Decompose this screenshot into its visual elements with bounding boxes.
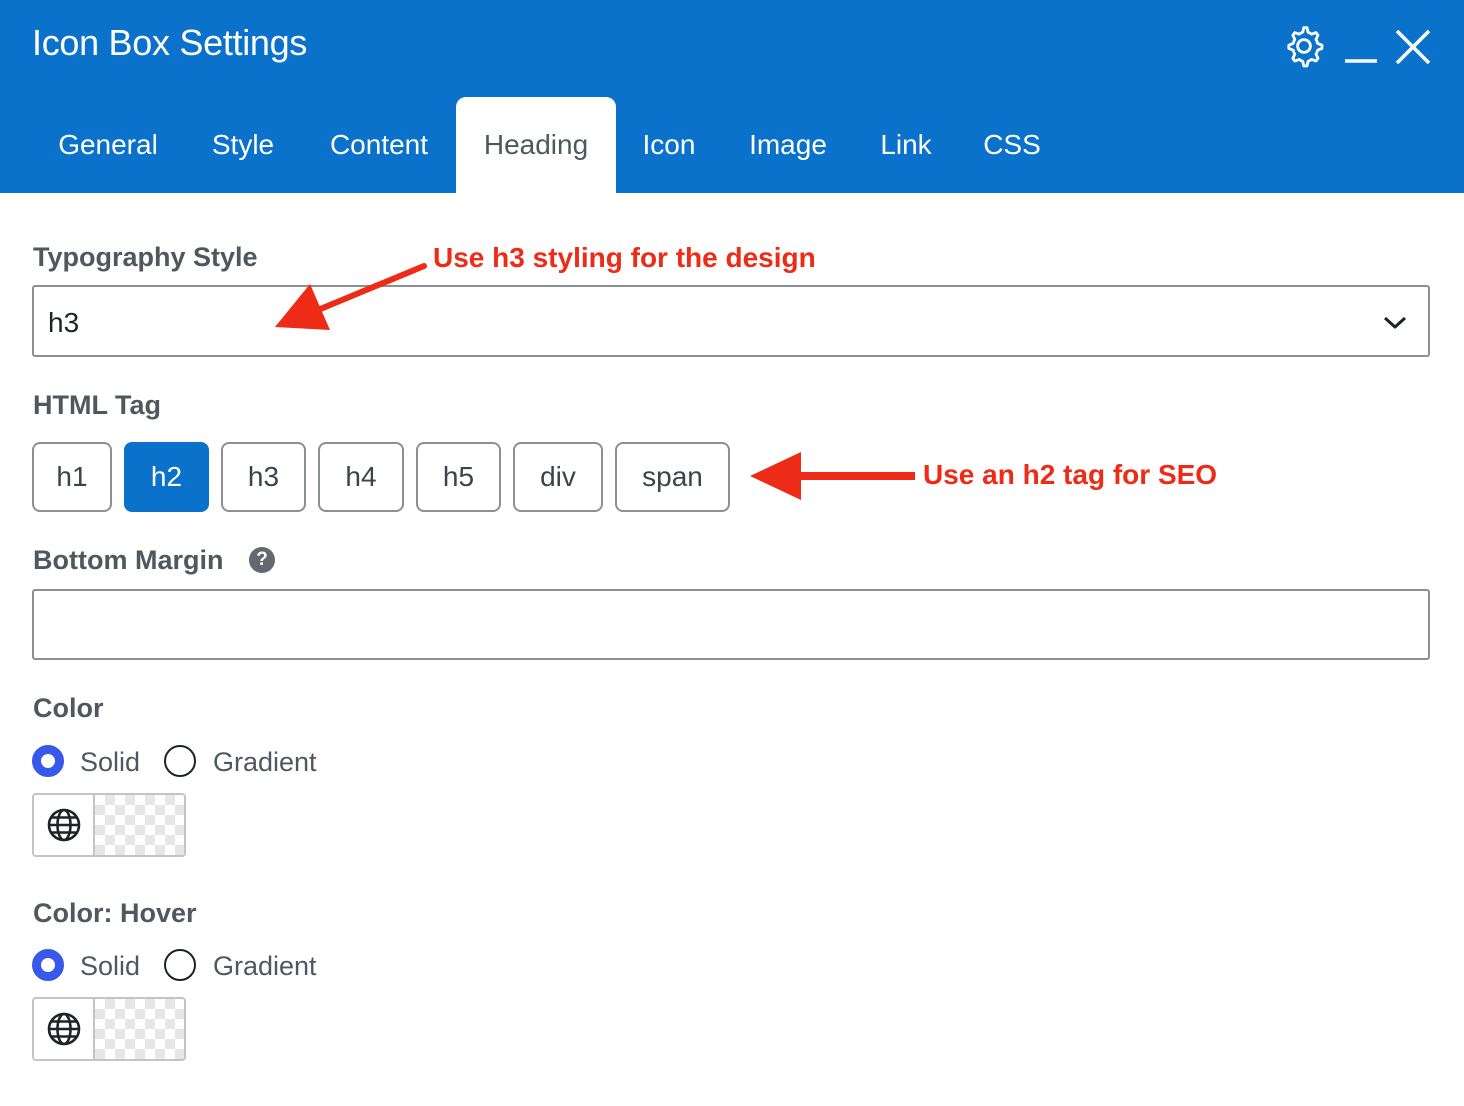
tag-button-h3[interactable]: h3 bbox=[221, 442, 306, 512]
color-picker[interactable] bbox=[32, 793, 186, 857]
tab-general[interactable]: General bbox=[32, 97, 184, 193]
minimize-icon[interactable] bbox=[1343, 22, 1379, 70]
tag-button-div[interactable]: div bbox=[513, 442, 603, 512]
tab-link[interactable]: Link bbox=[862, 97, 950, 193]
color-label: Color bbox=[33, 693, 104, 723]
tab-icon[interactable]: Icon bbox=[624, 97, 714, 193]
tab-bar: General Style Content Heading Icon Image… bbox=[0, 97, 1464, 193]
tab-content[interactable]: Content bbox=[306, 97, 452, 193]
hover-color-swatch[interactable] bbox=[95, 999, 184, 1059]
hover-color-picker[interactable] bbox=[32, 997, 186, 1061]
tag-button-span[interactable]: span bbox=[615, 442, 730, 512]
color-gradient-label: Gradient bbox=[213, 747, 317, 777]
bottom-margin-input[interactable] bbox=[32, 589, 1430, 660]
bottom-margin-label: Bottom Margin bbox=[33, 545, 224, 575]
globe-icon[interactable] bbox=[34, 795, 95, 855]
hover-gradient-label: Gradient bbox=[213, 951, 317, 981]
tab-heading[interactable]: Heading bbox=[456, 97, 616, 193]
color-gradient-radio[interactable] bbox=[164, 745, 196, 777]
tab-image[interactable]: Image bbox=[728, 97, 848, 193]
settings-header: Icon Box Settings General Style Content … bbox=[0, 0, 1464, 193]
globe-icon[interactable] bbox=[34, 999, 95, 1059]
tag-button-h4[interactable]: h4 bbox=[318, 442, 404, 512]
panel-title: Icon Box Settings bbox=[32, 22, 308, 63]
typography-style-label: Typography Style bbox=[33, 242, 258, 272]
html-tag-label: HTML Tag bbox=[33, 390, 161, 420]
typography-style-value: h3 bbox=[48, 307, 80, 338]
gear-icon[interactable] bbox=[1280, 22, 1328, 70]
tag-button-h2[interactable]: h2 bbox=[124, 442, 209, 512]
hover-solid-label: Solid bbox=[80, 951, 141, 981]
annotation-typography-note: Use h3 styling for the design bbox=[433, 242, 816, 273]
close-icon[interactable] bbox=[1392, 22, 1434, 70]
chevron-down-icon bbox=[1382, 311, 1408, 333]
tab-style[interactable]: Style bbox=[190, 97, 296, 193]
arrow-to-tag bbox=[750, 452, 915, 500]
tag-button-h5[interactable]: h5 bbox=[416, 442, 501, 512]
tab-css[interactable]: CSS bbox=[964, 97, 1060, 193]
hover-gradient-radio[interactable] bbox=[164, 949, 196, 981]
tag-button-h1[interactable]: h1 bbox=[32, 442, 112, 512]
color-swatch[interactable] bbox=[95, 795, 184, 855]
color-solid-radio[interactable] bbox=[32, 745, 64, 777]
annotation-tag-note: Use an h2 tag for SEO bbox=[923, 459, 1218, 490]
hover-solid-radio[interactable] bbox=[32, 949, 64, 981]
typography-style-select[interactable]: h3 bbox=[32, 285, 1430, 357]
color-hover-label: Color: Hover bbox=[33, 898, 197, 928]
color-solid-label: Solid bbox=[80, 747, 141, 777]
help-icon[interactable]: ? bbox=[249, 547, 275, 573]
